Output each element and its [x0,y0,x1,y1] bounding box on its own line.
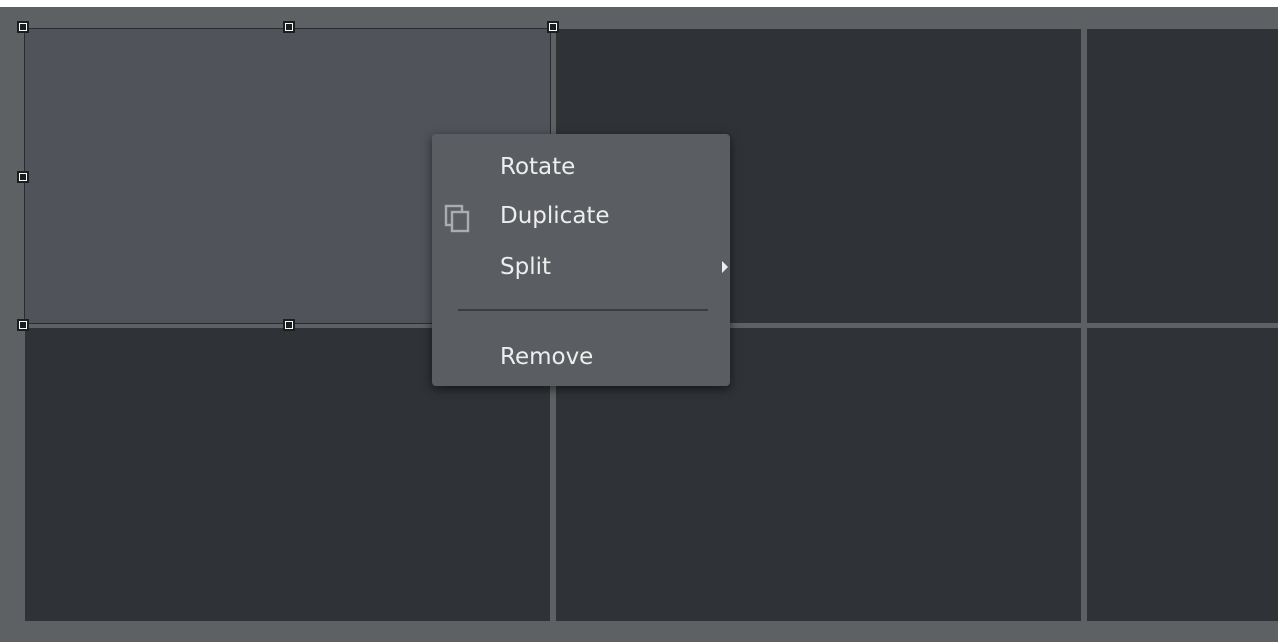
menu-item-label: Split [500,254,551,280]
context-menu: Rotate Duplicate Split Remove [432,134,730,386]
menu-separator [458,309,708,311]
duplicate-icon [444,204,470,233]
layout-canvas: Rotate Duplicate Split Remove [0,0,1278,642]
resize-handle-bottom-left[interactable] [17,319,29,331]
resize-handle-top[interactable] [283,21,295,33]
top-strip [0,0,1278,7]
menu-item-duplicate[interactable]: Duplicate [432,193,730,239]
resize-handle-top-left[interactable] [17,21,29,33]
resize-handle-top-right[interactable] [547,21,559,33]
menu-item-rotate[interactable]: Rotate [432,144,730,190]
resize-handle-bottom[interactable] [283,319,295,331]
grid-cell[interactable] [1087,328,1278,621]
menu-item-split[interactable]: Split [432,244,730,290]
submenu-arrow-icon [722,261,728,273]
menu-item-label: Remove [500,344,594,370]
menu-item-label: Rotate [500,154,576,180]
menu-item-remove[interactable]: Remove [432,334,730,380]
resize-handle-left[interactable] [17,171,29,183]
menu-item-label: Duplicate [500,203,610,229]
grid-cell[interactable] [1087,29,1278,323]
